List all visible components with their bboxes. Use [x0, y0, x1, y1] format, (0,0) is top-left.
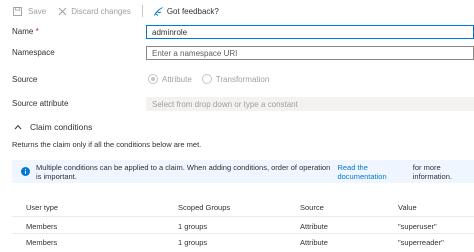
cell-source: Attribute: [300, 238, 328, 247]
save-icon: [13, 6, 22, 16]
column-header-value: Value: [398, 203, 417, 212]
source-attribute-dropdown[interactable]: Select from drop down or type a constant: [146, 97, 474, 111]
source-option-transformation[interactable]: Transformation: [201, 74, 270, 84]
column-header-source: Source: [300, 203, 324, 212]
feedback-icon: [153, 6, 163, 16]
info-icon: [21, 167, 30, 176]
command-bar: Save Discard changes Got feedback?: [0, 0, 474, 22]
feedback-button[interactable]: Got feedback?: [153, 6, 219, 17]
documentation-link[interactable]: Read the documentation: [337, 163, 409, 181]
source-option-attribute[interactable]: Attribute: [148, 74, 192, 84]
radio-selected-icon: [148, 74, 158, 84]
namespace-input[interactable]: Enter a namespace URI: [146, 46, 474, 60]
cell-user-type: Members: [26, 238, 58, 247]
radio-unselected-icon: [201, 74, 212, 84]
source-option-transformation-label: Transformation: [215, 74, 270, 84]
source-option-attribute-label: Attribute: [162, 74, 192, 84]
cell-value: "superreader": [398, 238, 444, 247]
info-message-suffix: for more information.: [412, 162, 452, 181]
info-message-bar: Multiple conditions can be applied to a …: [12, 160, 474, 183]
source-attribute-label: Source attribute: [12, 99, 69, 108]
chevron-up-icon: [14, 124, 22, 130]
cell-user-type: Members: [26, 222, 58, 231]
claim-conditions-description: Returns the claim only if all the condit…: [12, 140, 202, 149]
save-button-label: Save: [28, 6, 47, 16]
name-input[interactable]: adminrole: [146, 25, 474, 39]
table-header-divider: [12, 216, 474, 217]
discard-changes-label: Discard changes: [71, 6, 131, 16]
cell-scoped-groups[interactable]: 1 groups: [178, 222, 207, 231]
toolbar-divider: [141, 5, 143, 17]
source-radio-group: Attribute Transformation: [148, 73, 269, 85]
column-header-user-type: User type: [26, 203, 59, 212]
cell-scoped-groups[interactable]: 1 groups: [178, 238, 207, 247]
feedback-label: Got feedback?: [166, 6, 219, 16]
claim-conditions-toggle[interactable]: Claim conditions: [14, 122, 92, 132]
source-label: Source: [12, 75, 38, 84]
claim-conditions-title: Claim conditions: [30, 122, 93, 132]
column-header-scoped-groups: Scoped Groups: [178, 203, 231, 212]
name-label: Name *: [12, 27, 39, 36]
info-message-text: Multiple conditions can be applied to a …: [36, 162, 331, 181]
save-button[interactable]: Save: [13, 7, 46, 16]
discard-changes-button[interactable]: Discard changes: [58, 7, 131, 16]
cell-value: "superuser": [398, 222, 437, 231]
table-row-divider: [12, 233, 474, 234]
close-icon: [58, 7, 67, 15]
namespace-label: Namespace: [12, 48, 55, 57]
cell-source: Attribute: [300, 222, 328, 231]
required-indicator: *: [35, 27, 39, 36]
